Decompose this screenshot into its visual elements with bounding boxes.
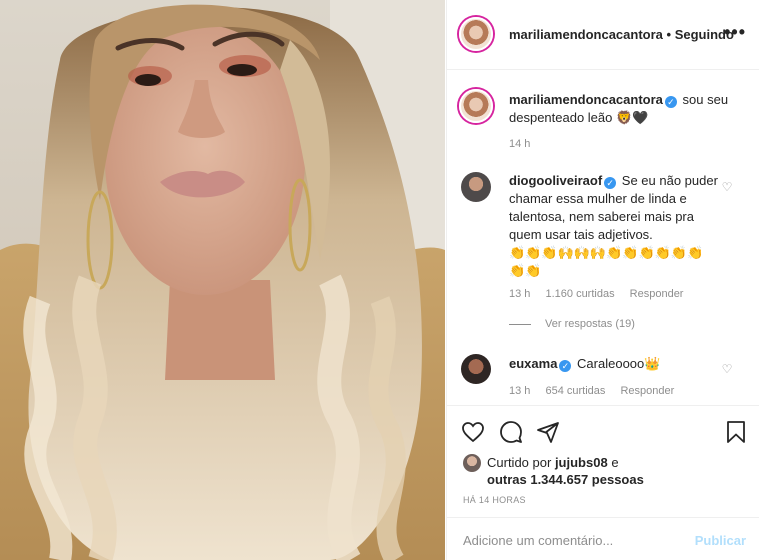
verified-icon: ✓ <box>604 177 617 189</box>
post-actions: Curtido por jujubs08 e outras 1.344.657 … <box>447 405 759 560</box>
heart-icon[interactable] <box>461 420 485 444</box>
comment-1: diogooliveiraof ✓ Se eu não puder chamar … <box>509 172 724 280</box>
comment-1-time[interactable]: 13 h <box>509 288 530 300</box>
comment-like-heart-icon[interactable]: ♡ <box>720 180 734 194</box>
caption-username[interactable]: mariliamendoncacantora <box>509 92 663 107</box>
caption-avatar[interactable] <box>459 89 493 123</box>
author-header-line: mariliamendoncacantora • Seguindo <box>509 27 734 42</box>
author-username[interactable]: mariliamendoncacantora <box>509 27 663 42</box>
comment-2-reply-button[interactable]: Responder <box>620 385 674 397</box>
replies-divider <box>509 323 531 325</box>
portrait-image <box>0 0 445 560</box>
caption: mariliamendoncacantora ✓ sou seu despente… <box>509 91 734 127</box>
likes-prefix: Curtido por <box>487 455 552 470</box>
comment-icon[interactable] <box>499 420 523 444</box>
likes-mid: e <box>611 455 619 470</box>
author-avatar[interactable] <box>459 17 493 51</box>
ellipsis-icon[interactable]: ••• <box>724 22 746 43</box>
likes-count[interactable]: outras 1.344.657 pessoas <box>487 472 644 487</box>
view-replies-button[interactable]: Ver respostas (19) <box>509 318 635 330</box>
comment-input[interactable]: Adicione um comentário... <box>463 533 613 548</box>
commenter-avatar[interactable] <box>461 172 491 202</box>
verified-icon: ✓ <box>664 96 677 108</box>
comment-1-meta: 13 h 1.160 curtidas Responder <box>509 288 695 300</box>
send-icon[interactable] <box>536 420 560 444</box>
bookmark-icon[interactable] <box>724 420 748 444</box>
header-separator: • <box>666 27 672 42</box>
verified-icon: ✓ <box>559 360 572 372</box>
commenter-avatar[interactable] <box>461 354 491 384</box>
add-comment-bar: Adicione um comentário... Publicar <box>447 517 759 560</box>
post-age[interactable]: HÁ 14 HORAS <box>463 495 526 505</box>
caption-time[interactable]: 14 h <box>509 138 530 150</box>
comment-1-username[interactable]: diogooliveiraof <box>509 173 602 188</box>
likes-summary: Curtido por jujubs08 e outras 1.344.657 … <box>487 454 644 488</box>
comment-2-text: Caraleoooo👑 <box>577 356 661 371</box>
comment-1-reply-button[interactable]: Responder <box>630 288 684 300</box>
comment-2-likes[interactable]: 654 curtidas <box>545 385 605 397</box>
comment-1-likes[interactable]: 1.160 curtidas <box>545 288 614 300</box>
post-photo[interactable] <box>0 0 445 560</box>
publish-button[interactable]: Publicar <box>695 533 746 548</box>
comment-like-heart-icon[interactable]: ♡ <box>720 362 734 376</box>
post-header: mariliamendoncacantora • Seguindo ••• <box>447 0 759 70</box>
view-replies-label: Ver respostas (19) <box>545 318 635 330</box>
comment-2-time[interactable]: 13 h <box>509 385 530 397</box>
comment-2: euxama ✓ Caraleoooo👑 <box>509 355 724 373</box>
comment-2-meta: 13 h 654 curtidas Responder <box>509 385 686 397</box>
comment-1-emojis: 👏👏👏🙌🙌🙌👏👏👏👏👏👏👏👏 <box>509 245 704 278</box>
post-side-panel: mariliamendoncacantora • Seguindo ••• ma… <box>446 0 759 560</box>
comment-2-username[interactable]: euxama <box>509 356 557 371</box>
liker-username[interactable]: jujubs08 <box>555 455 608 470</box>
liker-avatar[interactable] <box>463 454 481 472</box>
